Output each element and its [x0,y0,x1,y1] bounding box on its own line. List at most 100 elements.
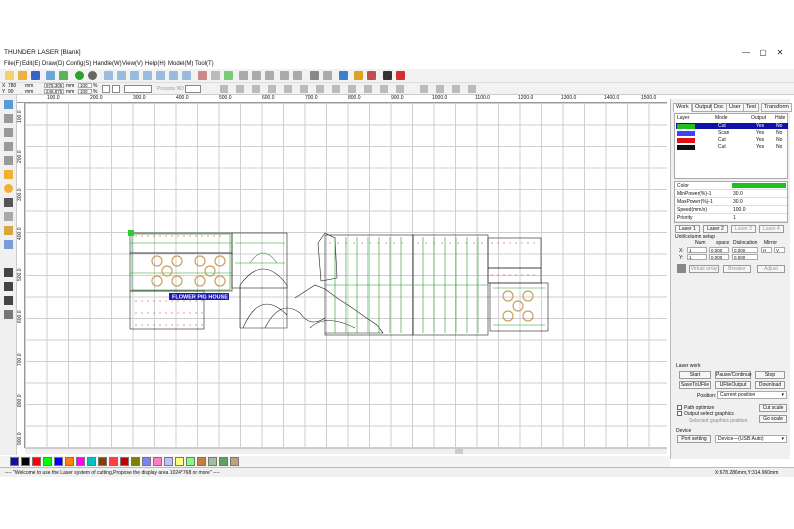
output-select-checkbox[interactable] [677,411,682,416]
laser4-button[interactable]: Laser 4 [759,225,784,233]
palette-swatch[interactable] [43,457,52,466]
same-height-icon[interactable] [348,85,356,93]
tab-transform[interactable]: Transform [761,103,792,112]
prop-value[interactable]: 30.0 [733,199,743,205]
node-edit-icon[interactable] [4,114,13,123]
print-icon[interactable] [310,71,319,80]
layer-color-bar[interactable] [732,183,786,188]
y-space-input[interactable]: 0.000 [709,254,729,260]
drawing-canvas[interactable]: FLOWER PIG HOUSE [25,103,667,448]
same-size-icon[interactable] [364,85,372,93]
palette-swatch[interactable] [186,457,195,466]
process-no-input[interactable] [185,85,201,93]
position-select[interactable]: Current position [717,391,787,399]
polyline-icon[interactable] [4,142,13,151]
align-center-h-icon[interactable] [284,85,292,93]
import-icon[interactable] [46,71,55,80]
node-icon[interactable] [211,71,220,80]
zoom-window-icon[interactable] [182,71,191,80]
prop-value[interactable]: 1 [733,215,736,221]
distribute-h-icon[interactable] [380,85,388,93]
mirror-v-icon[interactable] [265,71,274,80]
menu-file[interactable]: File(F) [4,61,21,67]
line-icon[interactable] [4,128,13,137]
palette-swatch[interactable] [219,457,228,466]
align-top-icon[interactable] [252,85,260,93]
tab-work[interactable]: Work [673,103,692,112]
scale-y-input[interactable]: 100 [78,89,92,94]
prop-value[interactable]: 100.0 [733,207,746,213]
scroll-thumb[interactable] [455,449,463,454]
new-file-icon[interactable] [5,71,14,80]
page-top-icon[interactable] [436,85,444,93]
palette-swatch[interactable] [98,457,107,466]
group-icon[interactable] [323,71,332,80]
layer-row[interactable]: Scan Yes No [676,130,788,136]
lock-ratio-icon[interactable] [102,85,110,93]
device-select[interactable]: Device—(USB:Auto) [715,435,787,443]
rotate-input-icon[interactable] [112,85,120,93]
stop-circle-icon[interactable] [88,71,97,80]
breaker-button[interactable]: Breaker [723,265,751,273]
open-file-icon[interactable] [18,71,27,80]
palette-swatch[interactable] [10,457,19,466]
x-space-input[interactable]: 0.000 [709,247,729,253]
laser2-button[interactable]: Laser 2 [703,225,728,233]
download-button[interactable]: Download [755,381,785,389]
distribute-v-icon[interactable] [396,85,404,93]
menu-edit[interactable]: Edit(E) [22,61,40,67]
laser-pen-icon[interactable] [396,71,405,80]
height-input[interactable]: 246.875 [44,89,64,94]
curve-icon[interactable] [224,71,233,80]
triangle-up-icon[interactable] [4,268,13,277]
close-button[interactable]: ✕ [774,48,786,58]
point-icon[interactable] [4,212,13,221]
go-scale-button[interactable]: Go scale [759,415,787,423]
page-right-icon[interactable] [452,85,460,93]
palette-swatch[interactable] [208,457,217,466]
same-width-icon[interactable] [332,85,340,93]
zoom-fit-icon[interactable] [130,71,139,80]
palette-swatch[interactable] [65,457,74,466]
palette-swatch[interactable] [131,457,140,466]
align-center-v-icon[interactable] [300,85,308,93]
line-tool-icon[interactable] [239,71,248,80]
menu-config[interactable]: Config(S) [66,61,91,67]
menu-help[interactable]: Help(H) [145,61,166,67]
palette-swatch[interactable] [76,457,85,466]
mirror-h-check[interactable]: H [761,247,772,253]
page-bottom-icon[interactable] [468,85,476,93]
save-to-ufile-button[interactable]: SaveToUFile [679,381,711,389]
curve-draw-icon[interactable] [4,156,13,165]
ufile-output-button[interactable]: UFileOutput [715,381,751,389]
tab-user[interactable]: User [726,103,744,112]
tab-doc[interactable]: Doc [711,103,727,112]
mirror-h-icon[interactable] [252,71,261,80]
cut-scale-button[interactable]: Cut scale [759,404,787,412]
menu-model[interactable]: Model(M) [168,61,193,67]
y-disl-input[interactable]: 0.000 [732,254,758,260]
zoom-in-icon[interactable] [104,71,113,80]
pause-continue-button[interactable]: Pause/Continue [715,371,752,379]
prop-row[interactable]: Priority 1 [675,214,787,222]
palette-swatch[interactable] [120,457,129,466]
triangle-left-icon[interactable] [4,282,13,291]
layer-row[interactable]: Cut Yes No [676,123,788,129]
palette-swatch[interactable] [87,457,96,466]
palette-swatch[interactable] [153,457,162,466]
ellipse-icon[interactable] [4,184,13,193]
palette-swatch[interactable] [32,457,41,466]
palette-swatch[interactable] [142,457,151,466]
device-icon[interactable] [354,71,363,80]
start-button[interactable]: Start [679,371,711,379]
x-num-input[interactable]: 1 [687,247,707,253]
port-setting-button[interactable]: Port setting [677,435,711,443]
laser3-button[interactable]: Laser 3 [731,225,756,233]
scale-x-input[interactable]: 100 [78,83,92,88]
menu-handle[interactable]: Handle(W) [93,61,122,67]
prop-row[interactable]: MaxPower(%)-1 30.0 [675,198,787,206]
rectangle-icon[interactable] [4,170,13,179]
prop-row[interactable]: MinPower(%)-1 30.0 [675,190,787,198]
palette-swatch[interactable] [21,457,30,466]
mirror-v-check[interactable]: V [774,247,785,253]
